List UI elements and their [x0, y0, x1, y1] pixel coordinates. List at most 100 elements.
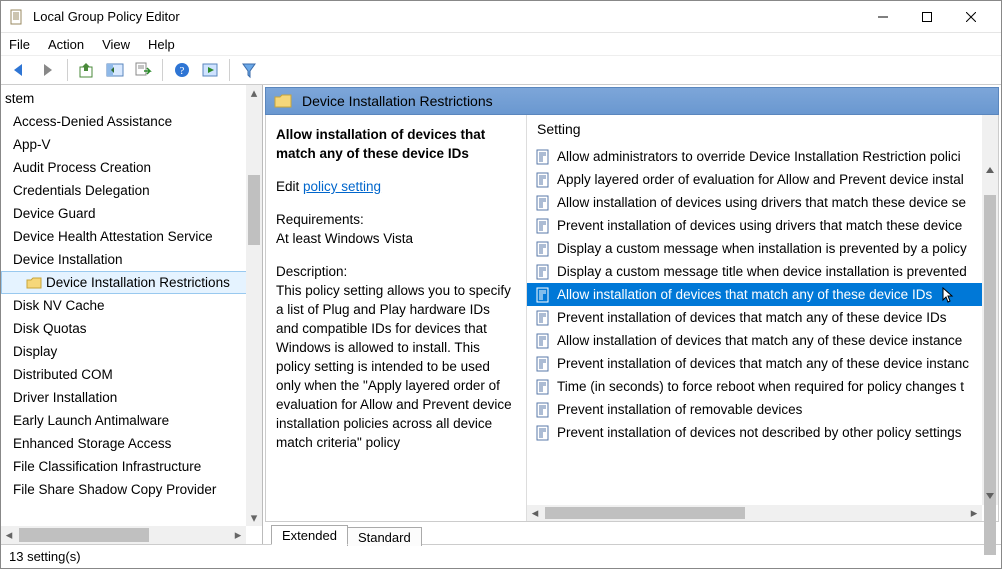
tab-standard[interactable]: Standard — [347, 527, 422, 546]
content-header-title: Device Installation Restrictions — [302, 93, 493, 109]
menu-file[interactable]: File — [9, 37, 30, 52]
list-row-label: Allow installation of devices that match… — [557, 285, 932, 304]
run-button[interactable] — [197, 57, 223, 83]
list-row[interactable]: Prevent installation of devices that mat… — [527, 306, 982, 329]
window-title: Local Group Policy Editor — [33, 9, 861, 24]
list-row[interactable]: Time (in seconds) to force reboot when r… — [527, 375, 982, 398]
policy-icon — [535, 310, 551, 326]
tree-vscroll[interactable]: ▴ ▾ — [246, 85, 262, 526]
maximize-button[interactable] — [905, 2, 949, 32]
list-hscroll-thumb[interactable] — [545, 507, 745, 519]
list-row-label: Prevent installation of devices that mat… — [557, 354, 969, 373]
svg-text:?: ? — [180, 65, 185, 77]
scroll-down-icon[interactable] — [982, 487, 998, 505]
scroll-left-icon[interactable]: ◂ — [527, 505, 543, 521]
tree-item[interactable]: Device Guard — [1, 202, 262, 225]
tab-extended[interactable]: Extended — [271, 525, 348, 545]
help-button[interactable]: ? — [169, 57, 195, 83]
tree-pane: stemAccess-Denied AssistanceApp-VAudit P… — [1, 85, 263, 544]
description-block: Description: This policy setting allows … — [276, 262, 514, 452]
policy-icon — [535, 172, 551, 188]
tree-item-partial[interactable]: stem — [1, 87, 262, 110]
tree-hscroll[interactable]: ◂ ▸ — [1, 526, 246, 544]
toolbar: ? — [1, 55, 1001, 85]
tree-item[interactable]: Disk Quotas — [1, 317, 262, 340]
status-text: 13 setting(s) — [9, 549, 81, 564]
policy-icon — [535, 287, 551, 303]
forward-button[interactable] — [35, 57, 61, 83]
list-row[interactable]: Prevent installation of devices not desc… — [527, 421, 982, 444]
list-row[interactable]: Prevent installation of devices using dr… — [527, 214, 982, 237]
policy-icon — [535, 195, 551, 211]
tree-item[interactable]: Credentials Delegation — [1, 179, 262, 202]
policy-icon — [535, 356, 551, 372]
minimize-button[interactable] — [861, 2, 905, 32]
tree-item[interactable]: Disk NV Cache — [1, 294, 262, 317]
settings-list: Setting Allow administrators to override… — [526, 115, 998, 521]
tree-item[interactable]: Device Installation — [1, 248, 262, 271]
tree-item[interactable]: Display — [1, 340, 262, 363]
list-row-label: Allow installation of devices that match… — [557, 331, 962, 350]
scroll-down-icon[interactable]: ▾ — [246, 510, 262, 526]
policy-setting-link[interactable]: policy setting — [303, 179, 381, 194]
list-row-label: Allow installation of devices using driv… — [557, 193, 966, 212]
tree-item[interactable]: Device Installation Restrictions — [1, 271, 262, 294]
list-row-label: Display a custom message title when devi… — [557, 262, 967, 281]
main: stemAccess-Denied AssistanceApp-VAudit P… — [1, 85, 1001, 544]
policy-icon — [535, 241, 551, 257]
view-tabs: Extended Standard — [265, 522, 999, 544]
list-row[interactable]: Allow installation of devices that match… — [527, 283, 982, 306]
tree-item-label: Device Installation Restrictions — [46, 275, 230, 290]
tree-item[interactable]: File Share Shadow Copy Provider — [1, 478, 262, 501]
list-vscroll[interactable] — [982, 115, 998, 505]
policy-icon — [535, 379, 551, 395]
tree-item[interactable]: Access-Denied Assistance — [1, 110, 262, 133]
tree-item[interactable]: Driver Installation — [1, 386, 262, 409]
menu-view[interactable]: View — [102, 37, 130, 52]
column-header-setting[interactable]: Setting — [527, 115, 998, 141]
list-hscroll[interactable]: ◂ ▸ — [527, 505, 982, 521]
menu-action[interactable]: Action — [48, 37, 84, 52]
list-row-label: Time (in seconds) to force reboot when r… — [557, 377, 964, 396]
description-pane: Allow installation of devices that match… — [266, 115, 526, 521]
export-list-button[interactable] — [130, 57, 156, 83]
scroll-right-icon[interactable]: ▸ — [966, 505, 982, 521]
tree-vscroll-thumb[interactable] — [248, 175, 260, 245]
policy-icon — [535, 425, 551, 441]
close-button[interactable] — [949, 2, 993, 32]
list-row[interactable]: Display a custom message title when devi… — [527, 260, 982, 283]
policy-icon — [535, 218, 551, 234]
back-button[interactable] — [7, 57, 33, 83]
list-row[interactable]: Allow installation of devices using driv… — [527, 191, 982, 214]
tree-item[interactable]: Early Launch Antimalware — [1, 409, 262, 432]
tree-item[interactable]: Device Health Attestation Service — [1, 225, 262, 248]
tree-item[interactable]: Enhanced Storage Access — [1, 432, 262, 455]
scroll-left-icon[interactable]: ◂ — [1, 526, 17, 544]
menu-help[interactable]: Help — [148, 37, 175, 52]
list-row[interactable]: Display a custom message when installati… — [527, 237, 982, 260]
requirements-value: At least Windows Vista — [276, 229, 514, 248]
list-row[interactable]: Apply layered order of evaluation for Al… — [527, 168, 982, 191]
tree-item[interactable]: File Classification Infrastructure — [1, 455, 262, 478]
scroll-up-icon[interactable]: ▴ — [246, 85, 262, 101]
edit-prefix: Edit — [276, 179, 303, 194]
titlebar: Local Group Policy Editor — [1, 1, 1001, 33]
tree-item[interactable]: App-V — [1, 133, 262, 156]
policy-icon — [535, 333, 551, 349]
up-button[interactable] — [74, 57, 100, 83]
requirements-label: Requirements: — [276, 210, 514, 229]
cursor-icon — [942, 287, 954, 303]
scroll-up-icon[interactable] — [982, 161, 998, 179]
list-row[interactable]: Prevent installation of removable device… — [527, 398, 982, 421]
show-hide-tree-button[interactable] — [102, 57, 128, 83]
list-row-label: Prevent installation of devices not desc… — [557, 423, 961, 442]
scroll-right-icon[interactable]: ▸ — [230, 526, 246, 544]
list-row-label: Prevent installation of devices that mat… — [557, 308, 946, 327]
filter-button[interactable] — [236, 57, 262, 83]
list-row[interactable]: Allow installation of devices that match… — [527, 329, 982, 352]
tree-item[interactable]: Distributed COM — [1, 363, 262, 386]
list-row[interactable]: Allow administrators to override Device … — [527, 145, 982, 168]
tree-item[interactable]: Audit Process Creation — [1, 156, 262, 179]
tree-hscroll-thumb[interactable] — [19, 528, 149, 542]
list-row[interactable]: Prevent installation of devices that mat… — [527, 352, 982, 375]
